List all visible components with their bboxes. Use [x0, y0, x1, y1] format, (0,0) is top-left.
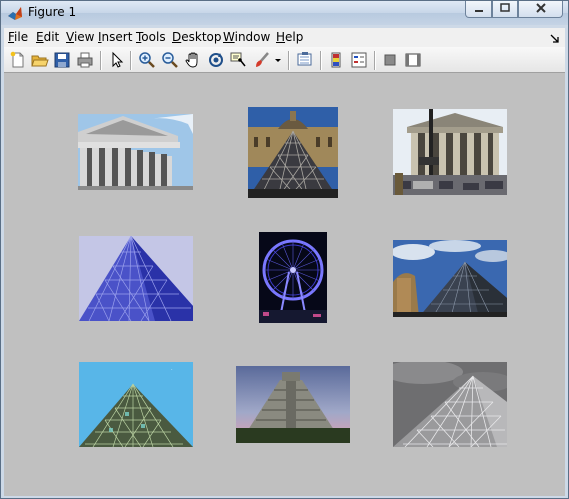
- title-bar[interactable]: Figure 1: [1, 1, 568, 25]
- menu-view-rest: iew: [73, 30, 95, 44]
- minimize-button[interactable]: [465, 1, 492, 18]
- image-madeleine-church: [393, 109, 507, 195]
- menu-file[interactable]: File: [8, 30, 28, 44]
- menu-desktop-rest: esktop: [181, 30, 222, 44]
- menu-view[interactable]: View: [66, 30, 94, 44]
- close-button[interactable]: [518, 1, 563, 18]
- link-plot-icon[interactable]: [296, 51, 314, 69]
- rotate-3d-icon[interactable]: [207, 51, 225, 69]
- window-title: Figure 1: [28, 5, 77, 19]
- toolbar-separator: [374, 51, 376, 70]
- menu-help[interactable]: Help: [276, 30, 303, 44]
- dock-arrow-icon[interactable]: [550, 32, 559, 46]
- toolbar-separator: [320, 51, 322, 70]
- toolbar-separator: [130, 51, 132, 70]
- image-louvre-pyramid-palace: [248, 107, 338, 198]
- zoom-out-icon[interactable]: [161, 51, 179, 69]
- menu-desktop[interactable]: Desktop: [172, 30, 222, 44]
- menu-window[interactable]: Window: [223, 30, 270, 44]
- data-cursor-icon[interactable]: [229, 51, 247, 69]
- image-ferris-wheel-night: [259, 232, 327, 323]
- print-icon[interactable]: [76, 51, 94, 69]
- figure-window: Figure 1 File Edit View Insert Tools Des…: [0, 0, 569, 499]
- brush-icon[interactable]: [253, 51, 271, 69]
- image-chichen-itza-pyramid: [236, 366, 350, 443]
- insert-legend-icon[interactable]: [350, 51, 368, 69]
- menu-tools-rest: ools: [141, 30, 166, 44]
- image-blue-glass-pyramid: [79, 236, 193, 321]
- menu-bar: File Edit View Insert Tools Desktop Wind…: [4, 28, 565, 47]
- menu-file-rest: ile: [14, 30, 29, 44]
- matlab-icon: [7, 5, 23, 21]
- hide-plot-tools-icon[interactable]: [381, 51, 399, 69]
- menu-tools[interactable]: Tools: [136, 30, 166, 44]
- maximize-button[interactable]: [492, 1, 518, 18]
- zoom-in-icon[interactable]: [138, 51, 156, 69]
- image-pantheon-columns: [78, 114, 193, 190]
- menu-insert[interactable]: Insert: [98, 30, 132, 44]
- menu-edit-rest: dit: [43, 30, 60, 44]
- open-file-icon[interactable]: [31, 51, 49, 69]
- toolbar-separator: [100, 51, 102, 70]
- insert-colorbar-icon[interactable]: [327, 51, 345, 69]
- brush-dropdown-icon[interactable]: [274, 51, 282, 69]
- menu-help-rest: elp: [285, 30, 304, 44]
- figure-toolbar: [4, 47, 565, 73]
- image-pyramid-sky-clouds: [393, 240, 507, 317]
- toolbar-separator: [288, 51, 290, 70]
- figure-canvas[interactable]: .: [4, 73, 565, 496]
- edit-plot-arrow-icon[interactable]: [108, 51, 126, 69]
- image-pyramid-green-blue-sky: .: [79, 362, 193, 447]
- save-icon[interactable]: [53, 51, 71, 69]
- menu-insert-rest: nsert: [101, 30, 133, 44]
- menu-window-rest: indow: [234, 30, 271, 44]
- new-figure-icon[interactable]: [9, 51, 27, 69]
- pan-hand-icon[interactable]: [184, 51, 202, 69]
- menu-edit[interactable]: Edit: [36, 30, 59, 44]
- image-gray-glass-pyramid: [393, 362, 507, 447]
- show-plot-tools-icon[interactable]: [404, 51, 422, 69]
